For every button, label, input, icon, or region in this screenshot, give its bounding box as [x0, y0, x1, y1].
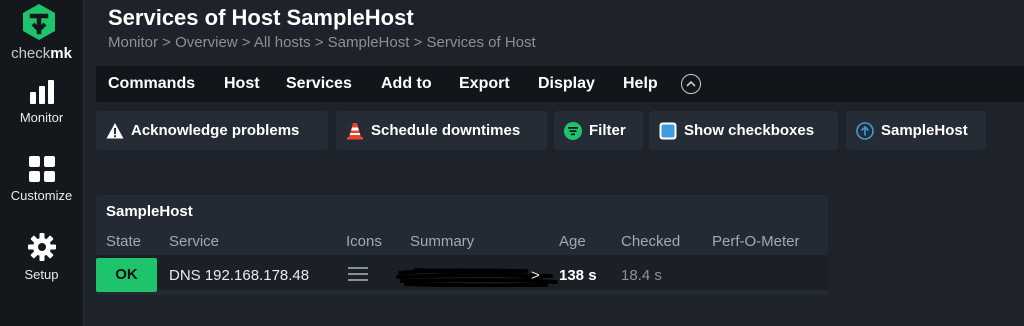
table-row: OK DNS 192.168.178.48 > 138 s 18.4 s: [96, 255, 828, 292]
nav-monitor[interactable]: Monitor: [0, 80, 83, 125]
menubar: Commands Host Services Add to Export Dis…: [96, 66, 1024, 102]
page-title: Services of Host SampleHost: [108, 5, 414, 30]
menu-display[interactable]: Display: [538, 66, 595, 102]
acknowledge-problems-label: Acknowledge problems: [131, 122, 300, 139]
filter-button[interactable]: Filter: [554, 111, 643, 150]
menu-services[interactable]: Services: [286, 66, 352, 102]
filter-icon: [564, 121, 582, 140]
table-host-title[interactable]: SampleHost: [106, 203, 193, 220]
schedule-downtimes-label: Schedule downtimes: [371, 122, 521, 139]
nav-setup-label: Setup: [24, 267, 59, 282]
filter-label: Filter: [589, 122, 626, 139]
column-header-age[interactable]: Age: [559, 233, 586, 250]
samplehost-button[interactable]: SampleHost: [846, 111, 986, 150]
checked-value: 18.4 s: [621, 267, 662, 284]
menu-icon[interactable]: [348, 266, 368, 282]
warning-icon: [106, 122, 124, 138]
brand-name: checkmk: [11, 45, 72, 62]
menu-host[interactable]: Host: [224, 66, 260, 102]
column-header-state[interactable]: State: [106, 233, 141, 250]
column-header-perf-o-meter[interactable]: Perf-O-Meter: [712, 233, 800, 250]
acknowledge-problems-button[interactable]: Acknowledge problems: [96, 111, 328, 150]
checkbox-icon: [659, 122, 677, 139]
nav-customize-label: Customize: [10, 188, 73, 203]
services-table: SampleHost State Service Icons Summary A…: [96, 195, 828, 295]
status-badge: OK: [96, 258, 157, 292]
column-header-summary[interactable]: Summary: [410, 233, 474, 250]
arrow-up-icon: [856, 121, 874, 140]
menubar-toggle-button[interactable]: [681, 74, 701, 94]
traffic-cone-icon: [347, 122, 363, 139]
samplehost-label: SampleHost: [881, 122, 968, 139]
column-header-checked[interactable]: Checked: [621, 233, 680, 250]
breadcrumb[interactable]: Monitor > Overview > All hosts > SampleH…: [108, 34, 536, 51]
summary-suffix: >: [531, 267, 540, 284]
nav-monitor-label: Monitor: [19, 110, 64, 125]
sidebar: checkmk Monitor Customize Setup: [0, 0, 84, 326]
column-header-icons[interactable]: Icons: [346, 233, 382, 250]
menu-export[interactable]: Export: [459, 66, 510, 102]
menu-commands[interactable]: Commands: [108, 66, 195, 102]
checkmk-logo-icon[interactable]: [22, 3, 56, 41]
chevron-up-icon: [686, 80, 696, 87]
bar-chart-icon: [29, 80, 54, 104]
menu-add-to[interactable]: Add to: [381, 66, 432, 102]
column-header-service[interactable]: Service: [169, 233, 219, 250]
menu-help[interactable]: Help: [623, 66, 658, 102]
nav-customize[interactable]: Customize: [0, 156, 83, 203]
nav-setup[interactable]: Setup: [0, 233, 83, 282]
schedule-downtimes-button[interactable]: Schedule downtimes: [336, 111, 547, 150]
age-value: 138 s: [559, 267, 597, 284]
show-checkboxes-button[interactable]: Show checkboxes: [649, 111, 838, 150]
grid-icon: [28, 156, 55, 182]
show-checkboxes-label: Show checkboxes: [684, 122, 815, 139]
service-name[interactable]: DNS 192.168.178.48: [169, 267, 309, 284]
gear-icon: [27, 233, 56, 261]
